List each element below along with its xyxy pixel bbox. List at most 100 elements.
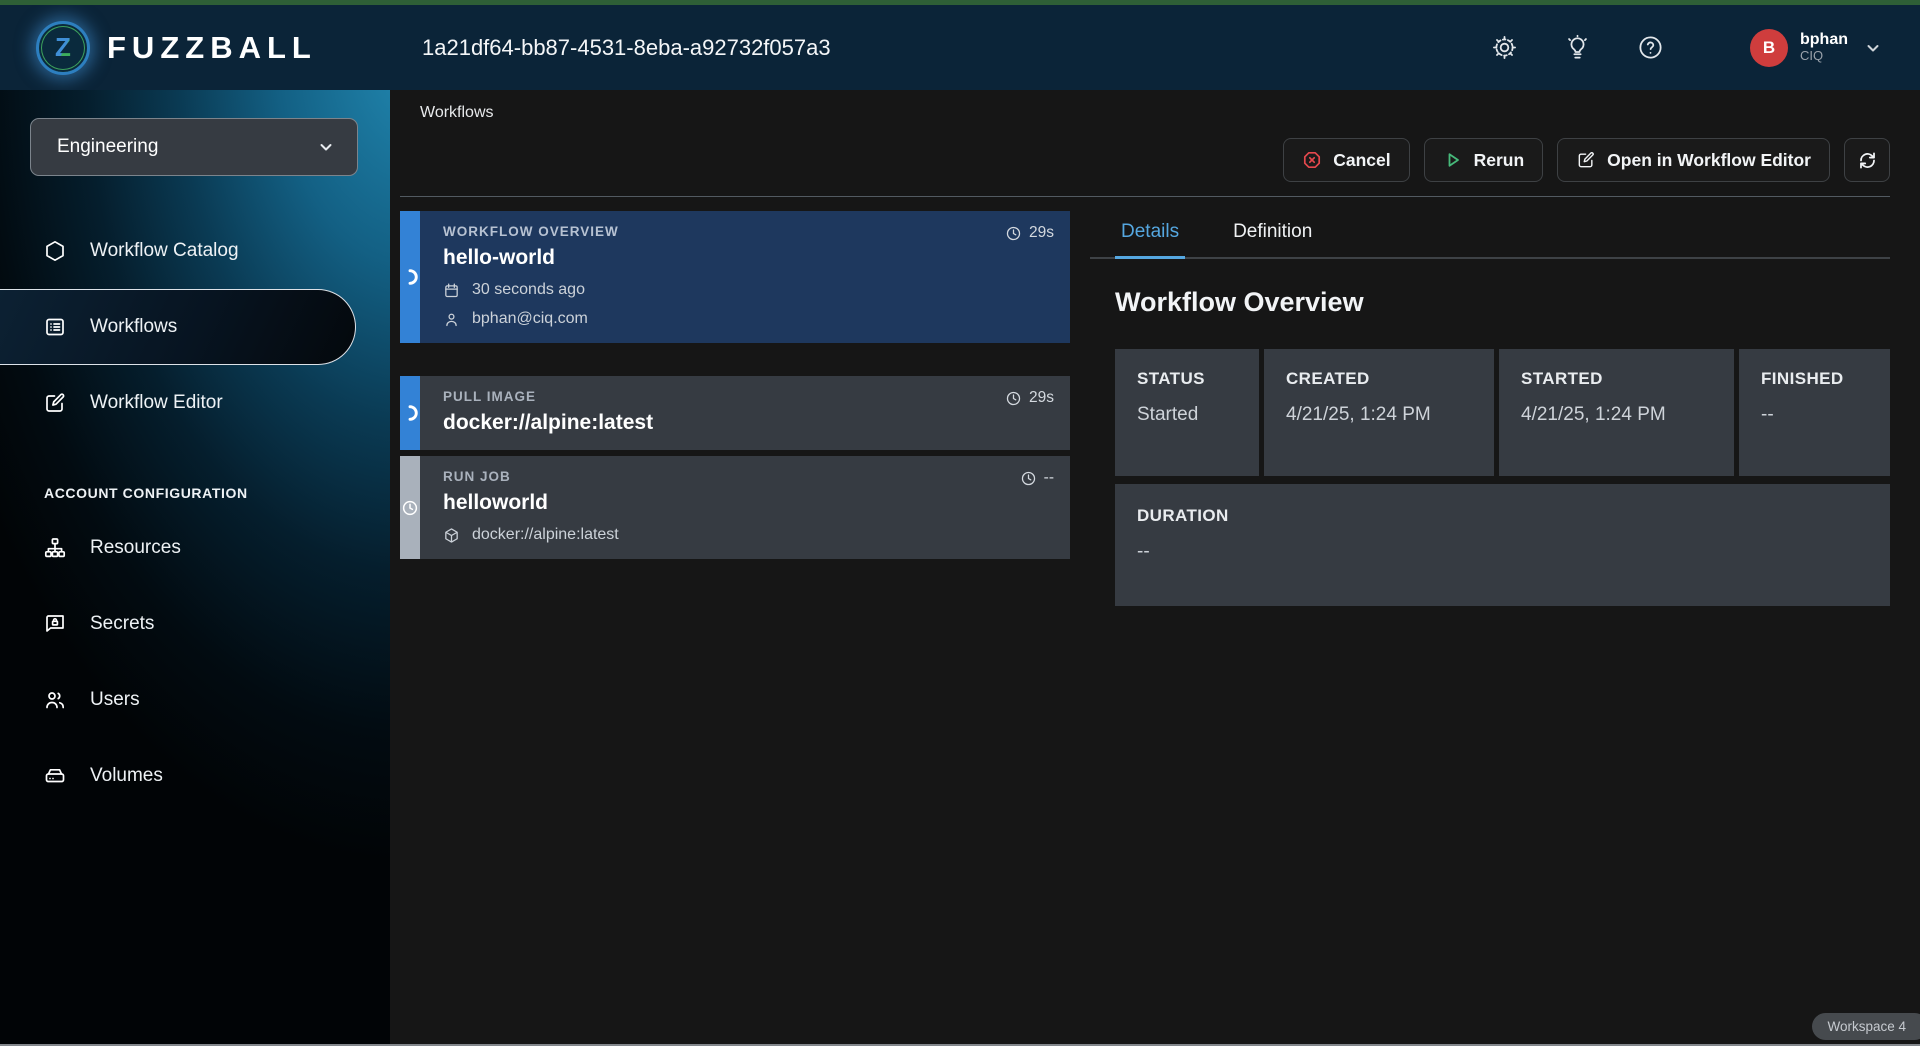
workspace-badge: Workspace 4 xyxy=(1812,1013,1920,1040)
stat-label: STATUS xyxy=(1137,369,1237,389)
sidebar-item-label: Workflow Catalog xyxy=(90,240,239,262)
sidebar-menu: Workflow Catalog Workflows Workflow Edit… xyxy=(0,213,390,814)
list-icon xyxy=(42,315,68,339)
stat-value: 4/21/25, 1:24 PM xyxy=(1521,404,1712,426)
fuzzball-logo-icon: Z xyxy=(36,21,90,75)
clock-icon xyxy=(1020,470,1037,487)
step-card-workflow-overview[interactable]: WORKFLOW OVERVIEW hello-world 30 seconds… xyxy=(400,211,1070,343)
open-in-workflow-editor-button[interactable]: Open in Workflow Editor xyxy=(1557,138,1830,182)
chevron-down-icon xyxy=(1864,39,1882,57)
step-duration-value: 29s xyxy=(1029,389,1054,407)
rerun-button[interactable]: Rerun xyxy=(1424,138,1544,182)
stat-created: CREATED 4/21/25, 1:24 PM xyxy=(1264,349,1494,476)
toolbar-divider xyxy=(400,196,1890,197)
sidebar-nav: Engineering Workflow Catalog Workflows xyxy=(0,90,390,1046)
app-root: Z FUZZBALL Engineering Workflow Catalog xyxy=(0,0,1920,1046)
stat-started: STARTED 4/21/25, 1:24 PM xyxy=(1499,349,1734,476)
edit-icon xyxy=(1576,150,1596,170)
workspace-selector[interactable]: Engineering xyxy=(30,118,358,176)
sidebar-item-workflow-editor[interactable]: Workflow Editor xyxy=(0,365,390,441)
cancel-button[interactable]: Cancel xyxy=(1283,138,1409,182)
sidebar-item-label: Volumes xyxy=(90,765,163,787)
calendar-icon xyxy=(443,282,460,299)
help-icon[interactable] xyxy=(1637,34,1664,61)
play-icon xyxy=(1443,150,1463,170)
hexagon-icon xyxy=(42,239,68,263)
step-status-strip xyxy=(400,376,420,450)
user-menu[interactable]: B bphan CIQ xyxy=(1750,29,1882,67)
user-meta: bphan CIQ xyxy=(1800,31,1848,64)
stat-finished: FINISHED -- xyxy=(1739,349,1890,476)
step-title: helloworld xyxy=(443,491,1050,515)
sidebar: Z FUZZBALL Engineering Workflow Catalog xyxy=(0,5,390,1046)
main-column: 1a21df64-bb87-4531-8eba-a92732f057a3 B b… xyxy=(390,5,1920,1046)
step-type-label: RUN JOB xyxy=(443,469,1050,484)
pending-clock-icon xyxy=(401,499,419,517)
refresh-button[interactable] xyxy=(1844,138,1890,182)
details-panel: Details Definition Workflow Overview STA… xyxy=(1090,211,1890,606)
brand-logo[interactable]: Z FUZZBALL xyxy=(0,5,390,90)
step-duration-value: 29s xyxy=(1029,224,1054,242)
open-editor-button-label: Open in Workflow Editor xyxy=(1607,150,1811,171)
rerun-button-label: Rerun xyxy=(1474,150,1525,171)
stat-value: -- xyxy=(1137,541,1868,563)
step-card-run-job[interactable]: RUN JOB helloworld docker://alpine:lates… xyxy=(400,456,1070,559)
content-area: Workflows Cancel Rerun xyxy=(390,90,1920,1046)
sitemap-icon xyxy=(42,536,68,560)
sidebar-section-label: ACCOUNT CONFIGURATION xyxy=(44,485,390,501)
cancel-octagon-icon xyxy=(1302,150,1322,170)
sidebar-item-secrets[interactable]: Secrets xyxy=(0,586,390,662)
refresh-icon xyxy=(1857,150,1878,171)
chevron-down-icon xyxy=(317,138,335,156)
sidebar-item-workflow-catalog[interactable]: Workflow Catalog xyxy=(0,213,390,289)
step-created-time: 30 seconds ago xyxy=(472,281,585,299)
details-tab-bar: Details Definition xyxy=(1090,211,1890,259)
avatar: B xyxy=(1750,29,1788,67)
step-image-ref: docker://alpine:latest xyxy=(472,526,619,544)
cancel-button-label: Cancel xyxy=(1333,150,1390,171)
clock-icon xyxy=(1005,225,1022,242)
workspace-selector-label: Engineering xyxy=(57,136,158,158)
step-duration-value: -- xyxy=(1044,469,1054,487)
step-status-strip xyxy=(400,456,420,559)
stats-row: STATUS Started CREATED 4/21/25, 1:24 PM … xyxy=(1115,349,1890,476)
settings-gear-icon[interactable] xyxy=(1491,34,1518,61)
spinner-icon xyxy=(401,268,419,286)
step-owner-email: bphan@ciq.com xyxy=(472,310,588,328)
edit-icon xyxy=(42,391,68,415)
top-accent-bar xyxy=(0,0,1920,5)
step-type-label: WORKFLOW OVERVIEW xyxy=(443,224,1050,239)
step-title: hello-world xyxy=(443,246,1050,270)
secret-bubble-lock-icon xyxy=(42,612,68,636)
step-card-pull-image[interactable]: PULL IMAGE docker://alpine:latest 29s xyxy=(400,376,1070,450)
toolbar: Cancel Rerun Open in Workflow Editor xyxy=(400,138,1890,182)
sidebar-item-label: Users xyxy=(90,689,140,711)
tab-definition[interactable]: Definition xyxy=(1227,211,1318,257)
stat-duration: DURATION -- xyxy=(1115,484,1890,606)
breadcrumb[interactable]: Workflows xyxy=(400,90,1890,122)
sidebar-item-resources[interactable]: Resources xyxy=(0,510,390,586)
sidebar-item-label: Secrets xyxy=(90,613,154,635)
sidebar-item-volumes[interactable]: Volumes xyxy=(0,738,390,814)
step-title: docker://alpine:latest xyxy=(443,411,1050,435)
users-icon xyxy=(42,688,68,712)
brand-name: FUZZBALL xyxy=(107,30,317,66)
lightbulb-icon[interactable] xyxy=(1564,34,1591,61)
stat-value: Started xyxy=(1137,404,1237,426)
step-status-strip xyxy=(400,211,420,343)
stat-value: 4/21/25, 1:24 PM xyxy=(1286,404,1472,426)
tab-details[interactable]: Details xyxy=(1115,211,1185,259)
sidebar-item-workflows[interactable]: Workflows xyxy=(0,289,356,365)
user-org: CIQ xyxy=(1800,49,1848,64)
workflow-id-title: 1a21df64-bb87-4531-8eba-a92732f057a3 xyxy=(422,35,1491,61)
stat-value: -- xyxy=(1761,404,1868,426)
sidebar-item-users[interactable]: Users xyxy=(0,662,390,738)
stat-label: CREATED xyxy=(1286,369,1472,389)
top-header: 1a21df64-bb87-4531-8eba-a92732f057a3 B b… xyxy=(390,5,1920,90)
stat-label: FINISHED xyxy=(1761,369,1868,389)
svg-text:Z: Z xyxy=(55,32,71,62)
step-type-label: PULL IMAGE xyxy=(443,389,1050,404)
user-icon xyxy=(443,311,460,328)
stat-label: DURATION xyxy=(1137,506,1868,526)
clock-icon xyxy=(1005,390,1022,407)
